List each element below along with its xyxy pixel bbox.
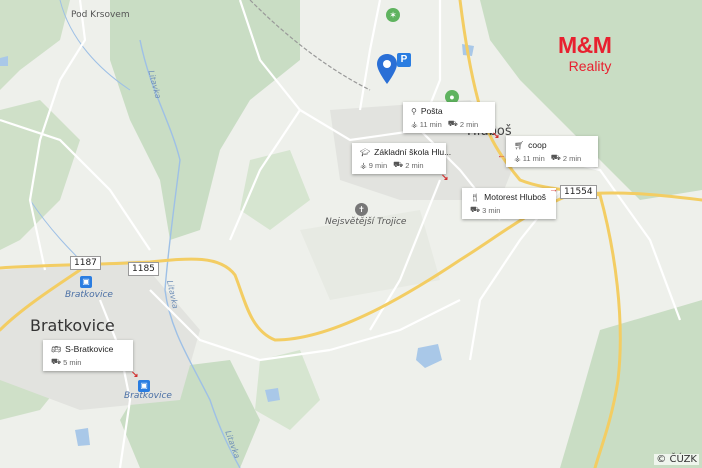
drive-time: ⛟ 5 min: [51, 357, 82, 367]
sport-poi-icon: ✶: [386, 8, 400, 22]
poi-card-posta[interactable]: ⚲ Pošta ⚶ 11 min ⛟ 2 min: [403, 102, 495, 133]
poi-pointer-icon: →: [549, 184, 558, 194]
drive-time: ⛟ 2 min: [393, 160, 424, 170]
brand-name: M&M: [558, 32, 612, 58]
road-shield-1187: 1187: [70, 256, 101, 270]
car-icon: ⛟: [470, 205, 481, 214]
brand-logo[interactable]: M&M Reality: [558, 32, 612, 74]
walk-time: ⚶ 11 min: [514, 153, 545, 163]
car-icon: ⛟: [447, 119, 458, 128]
walk-icon: ⚶: [411, 119, 418, 129]
poi-pointer-icon: ↘: [492, 130, 500, 140]
walk-icon: ⚶: [514, 153, 521, 163]
sitemap-icon: ⚲: [411, 106, 417, 116]
poi-title: Základní škola Hlu...: [374, 147, 452, 157]
walk-time: ⚶ 11 min: [411, 119, 442, 129]
place-label-nejsvetejsi-trojice: Nejsvětější Trojice: [325, 217, 407, 227]
drive-time: ⛟ 3 min: [470, 205, 501, 215]
place-label-pod-krsovem: Pod Krsovem: [71, 10, 130, 20]
car-icon: ⛟: [550, 153, 561, 162]
school-icon: 🎓︎: [360, 147, 371, 157]
station-label-bratkovice-2: Bratkovice: [124, 391, 172, 401]
church-icon: ✝: [355, 203, 368, 216]
train-station-icon-2: ▣: [138, 380, 150, 392]
poi-pointer-icon: ←: [497, 150, 506, 160]
poi-card-s-bratkovice[interactable]: 🚌︎ S-Bratkovice ⛟ 5 min: [43, 340, 133, 371]
walk-icon: ⚶: [360, 160, 367, 170]
property-location-pin-icon[interactable]: [377, 54, 397, 84]
poi-card-zakladni-skola[interactable]: 🎓︎ Základní škola Hlu... ⚶ 9 min ⛟ 2 min: [352, 143, 451, 174]
poi-title: Pošta: [420, 106, 443, 116]
town-label-bratkovice: Bratkovice: [30, 316, 115, 335]
cart-icon: 🛒︎: [514, 140, 525, 150]
train-station-icon: ▣: [80, 276, 92, 288]
parking-icon: P: [397, 53, 411, 67]
walk-time: ⚶ 9 min: [360, 160, 388, 170]
restaurant-icon: 🍴︎: [470, 192, 481, 202]
poi-pointer-icon: ↘: [441, 172, 449, 182]
road-shield-11554: 11554: [560, 185, 597, 199]
poi-title: coop: [528, 140, 547, 150]
map-copyright: © ČÚZK: [654, 454, 699, 465]
station-label-bratkovice: Bratkovice: [65, 290, 113, 300]
car-icon: ⛟: [393, 160, 404, 169]
poi-title: Motorest Hluboš: [484, 192, 547, 202]
drive-time: ⛟ 2 min: [550, 153, 582, 163]
road-shield-1185: 1185: [128, 262, 159, 276]
poi-card-motorest[interactable]: 🍴︎ Motorest Hluboš ⛟ 3 min: [462, 188, 556, 219]
poi-pointer-icon: ↘: [131, 369, 139, 379]
drive-time: ⛟ 2 min: [447, 119, 479, 129]
brand-sub: Reality: [568, 58, 612, 74]
poi-card-coop[interactable]: 🛒︎ coop ⚶ 11 min ⛟ 2 min: [506, 136, 598, 167]
car-icon: ⛟: [51, 357, 62, 366]
bus-icon: 🚌︎: [51, 344, 62, 354]
poi-title: S-Bratkovice: [65, 344, 114, 354]
